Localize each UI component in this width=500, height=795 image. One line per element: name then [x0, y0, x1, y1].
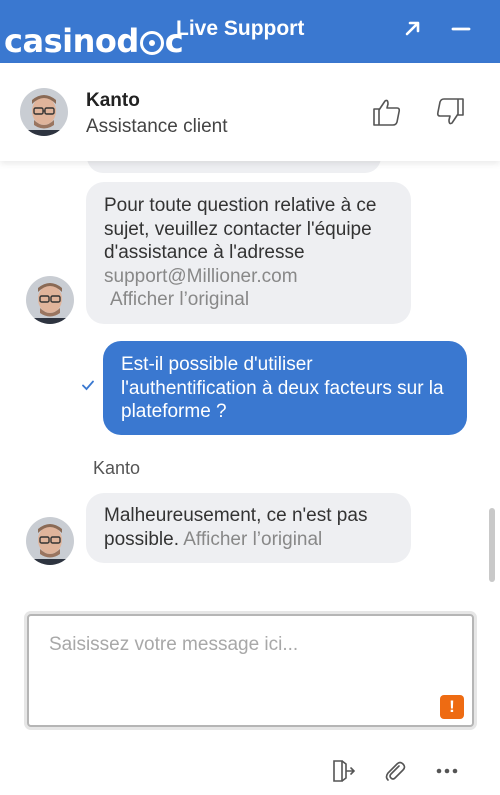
agent-header: Kanto Assistance client [0, 63, 500, 161]
warning-icon[interactable]: ! [440, 695, 464, 719]
sender-name: Kanto [93, 458, 141, 478]
agent-avatar [26, 517, 74, 565]
brand-logo: casinod c [4, 22, 184, 60]
scrollbar-thumb[interactable] [489, 508, 495, 582]
incoming-message: Malheureusement, ce n'est pas possible. … [86, 493, 411, 563]
agent-name: Kanto [86, 90, 140, 111]
show-original-link[interactable]: Afficher l’original [183, 529, 322, 550]
rate-positive-button[interactable] [370, 95, 404, 129]
window-title: Live Support [176, 17, 305, 40]
minus-icon [451, 27, 471, 31]
message-list[interactable]: Pour toute question relative à ce sujet,… [0, 161, 500, 601]
paperclip-icon [385, 761, 406, 781]
message-input[interactable] [29, 616, 472, 725]
transfer-button[interactable] [330, 758, 356, 784]
minimize-button[interactable] [447, 14, 475, 42]
transfer-icon [333, 760, 356, 782]
message-text: Est-il possible d'utiliser l'authentific… [121, 354, 444, 422]
header-bar: casinod c Live Support [0, 0, 500, 63]
agent-avatar [26, 276, 74, 324]
check-icon [82, 380, 94, 391]
thumbs-down-icon [436, 98, 464, 125]
more-icon [436, 768, 458, 774]
show-original-link[interactable]: Afficher l’original [110, 288, 249, 312]
message-text: Pour toute question relative à ce sujet,… [104, 195, 377, 263]
previous-message-bubble [87, 161, 381, 173]
outgoing-message: Est-il possible d'utiliser l'authentific… [103, 341, 467, 435]
agent-role: Assistance client [86, 116, 228, 137]
more-button[interactable] [434, 758, 460, 784]
support-email[interactable]: support@Millioner.com [104, 266, 298, 287]
attach-button[interactable] [382, 758, 408, 784]
rate-negative-button[interactable] [433, 95, 467, 129]
message-composer: ! [27, 614, 474, 727]
incoming-message: Pour toute question relative à ce sujet,… [86, 182, 411, 324]
roulette-icon [139, 31, 164, 55]
expand-button[interactable] [399, 14, 427, 42]
thumbs-up-icon [373, 99, 401, 126]
agent-avatar [20, 88, 68, 136]
arrow-up-right-icon [405, 21, 420, 36]
